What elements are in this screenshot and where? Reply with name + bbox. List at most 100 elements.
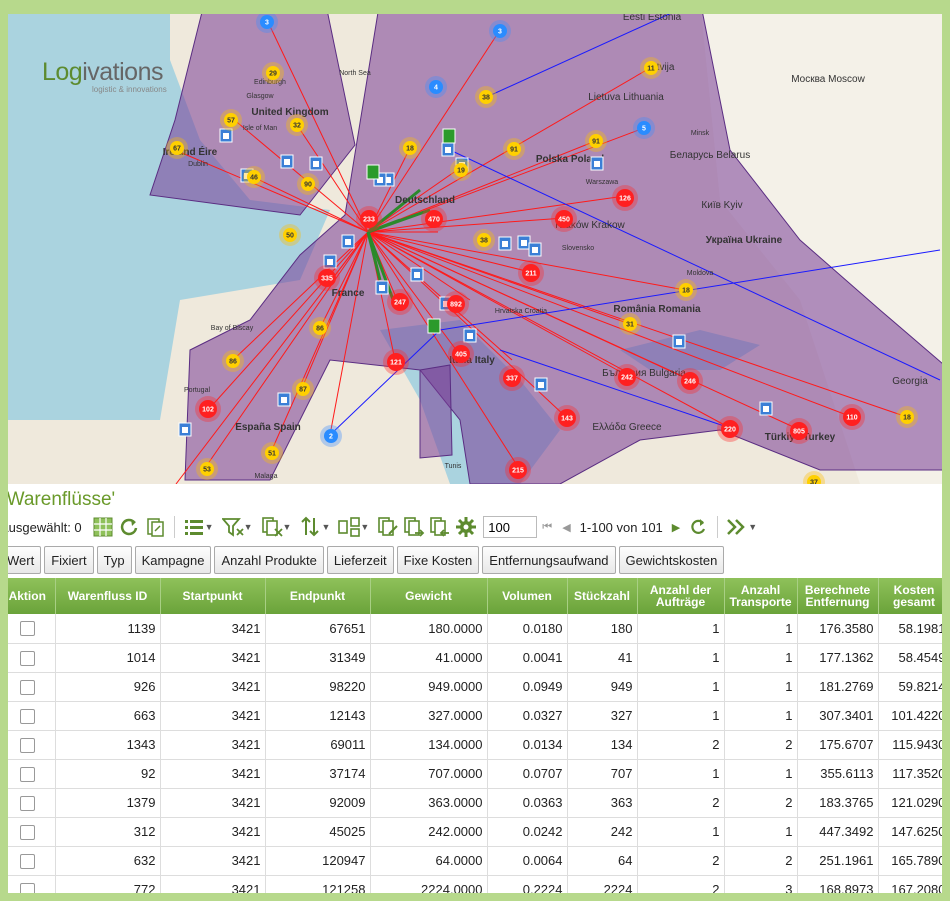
reload-icon[interactable] [687,516,709,538]
row-checkbox[interactable] [19,824,35,840]
column-toggle-button[interactable]: Anzahl Produkte [214,546,324,574]
export-icon[interactable] [144,516,166,538]
cluster-count: 19 [457,168,465,175]
map-label: United Kingdom [251,107,328,118]
table-cell: 3421 [160,643,266,673]
gear-icon[interactable] [455,516,477,538]
column-toggle-button[interactable]: Gewichtskosten [618,546,725,574]
chevron-down-icon[interactable]: ▼ [360,522,369,532]
table-cell: 1 [637,701,725,731]
column-toggle-button[interactable]: Typ [96,546,132,574]
column-header[interactable]: Volumen [487,578,568,614]
copy-forward-icon[interactable] [403,516,425,538]
cluster-count: 126 [619,196,631,203]
columns-icon[interactable] [338,516,361,538]
pickup-pin-icon [427,318,441,334]
chevron-down-icon[interactable]: ▼ [244,522,253,532]
table-cell: 327.0000 [370,701,488,731]
cluster-count: 38 [480,238,488,245]
page-size-input[interactable] [483,516,538,538]
table-cell: 64.0000 [370,846,488,876]
table-cell: 327 [567,701,638,731]
row-checkbox[interactable] [19,650,35,666]
column-header[interactable]: Startpunkt [160,578,266,614]
next-page-icon[interactable]: ▶ [672,521,680,534]
first-page-icon[interactable]: ⏮ [542,521,552,534]
refresh-icon[interactable] [118,516,140,538]
grid-view-icon[interactable] [92,516,114,538]
table-row[interactable]: 1014 3421 31349 41.0000 0.0041 41 1 1 177.1362 58… [0,643,950,673]
column-toggle-button[interactable]: Kampagne [134,546,212,574]
table-row[interactable]: 1343 3421 69011 134.0000 0.0134 134 2 2 175.6707… [0,730,950,760]
chevron-down-icon[interactable]: ▼ [205,522,214,532]
column-header[interactable]: Stückzahl [567,578,638,614]
row-checkbox[interactable] [19,882,35,898]
table-cell: 1 [724,672,798,702]
cluster-count: 90 [304,182,312,189]
copy-back-icon[interactable] [429,516,451,538]
table-cell: 312 [55,817,161,847]
table-cell: 707 [567,759,638,789]
column-toggle-button[interactable]: Entfernungsaufwand [482,546,616,574]
row-checkbox[interactable] [19,737,35,753]
column-header[interactable]: Gewicht [370,578,488,614]
table-cell: 41 [567,643,638,673]
chevron-down-icon[interactable]: ▼ [748,522,757,532]
table-cell: 98220 [265,672,371,702]
table-row[interactable]: 312 3421 45025 242.0000 0.0242 242 1 1 447.3492 1… [0,817,950,847]
table-cell: 772 [55,875,161,901]
chevron-down-icon[interactable]: ▼ [283,522,292,532]
column-toggle-button[interactable]: Fixe Kosten [396,546,480,574]
table-row[interactable]: 92 3421 37174 707.0000 0.0707 707 1 1 355.6113 11… [0,759,950,789]
column-header[interactable]: Endpunkt [265,578,371,614]
table-cell: 31349 [265,643,371,673]
list-icon[interactable] [183,516,205,538]
toolbar-divider [173,516,175,538]
clear-filter-icon[interactable] [261,516,283,538]
row-select-cell [0,817,56,847]
copy-edit-icon[interactable] [377,516,399,538]
table-row[interactable]: 1379 3421 92009 363.0000 0.0363 363 2 2 183.3765… [0,788,950,818]
table-cell: 2 [637,846,725,876]
column-toggle-button[interactable]: Fixiert [44,546,94,574]
double-chevron-right-icon[interactable] [726,516,748,538]
table-row[interactable]: 772 3421 121258 2224.0000 0.2224 2224 2 3 168.89… [0,875,950,901]
row-checkbox[interactable] [19,621,35,637]
table-row[interactable]: 632 3421 120947 64.0000 0.0064 64 2 2 251.1961 16… [0,846,950,876]
table-cell: 1139 [55,614,161,644]
map-label: România Romania [613,304,701,315]
table-cell: 251.1961 [797,846,879,876]
column-header[interactable]: Anzahl Transporte [724,578,798,614]
column-header[interactable]: Aktion [0,578,56,614]
map-label: Moldova [687,270,714,277]
table-cell: 3421 [160,788,266,818]
warehouse-icon-detail [284,159,290,165]
table-row[interactable]: 1139 3421 67651 180.0000 0.0180 180 1 1 176.3580… [0,614,950,644]
row-checkbox[interactable] [19,795,35,811]
row-checkbox[interactable] [19,766,35,782]
column-toggle-button[interactable]: Wert [0,546,42,574]
table-row[interactable]: 663 3421 12143 327.0000 0.0327 327 1 1 307.3401 1… [0,701,950,731]
column-header[interactable]: Anzahl der Aufträge [637,578,725,614]
column-header[interactable]: Warenfluss ID [55,578,161,614]
warehouse-icon-detail [223,133,229,139]
column-header[interactable]: Berechnete Entfernung [797,578,879,614]
table-cell: 0.0064 [487,846,568,876]
row-checkbox[interactable] [19,679,35,695]
prev-page-icon[interactable]: ◀ [562,521,570,534]
pager-text: 1-100 von 101 [579,519,663,535]
table-cell: 67651 [265,614,371,644]
table-cell: 92 [55,759,161,789]
column-toggle-button[interactable]: Lieferzeit [326,546,394,574]
flow-map[interactable]: United Kingdom Ireland Éire Deutschland Pol… [0,0,950,484]
table-cell: 2 [637,875,725,901]
warenfluss-table: Aktion Warenfluss ID Startpunkt Endpunkt Gew… [0,578,950,901]
sort-icon[interactable] [299,516,321,538]
table-row[interactable]: 926 3421 98220 949.0000 0.0949 949 1 1 181.2769 5… [0,672,950,702]
filter-icon[interactable] [221,516,244,538]
row-checkbox[interactable] [19,708,35,724]
column-header[interactable]: Kosten gesamt [878,578,950,614]
row-checkbox[interactable] [19,853,35,869]
chevron-down-icon[interactable]: ▼ [321,522,330,532]
cluster-count: 143 [561,416,573,423]
